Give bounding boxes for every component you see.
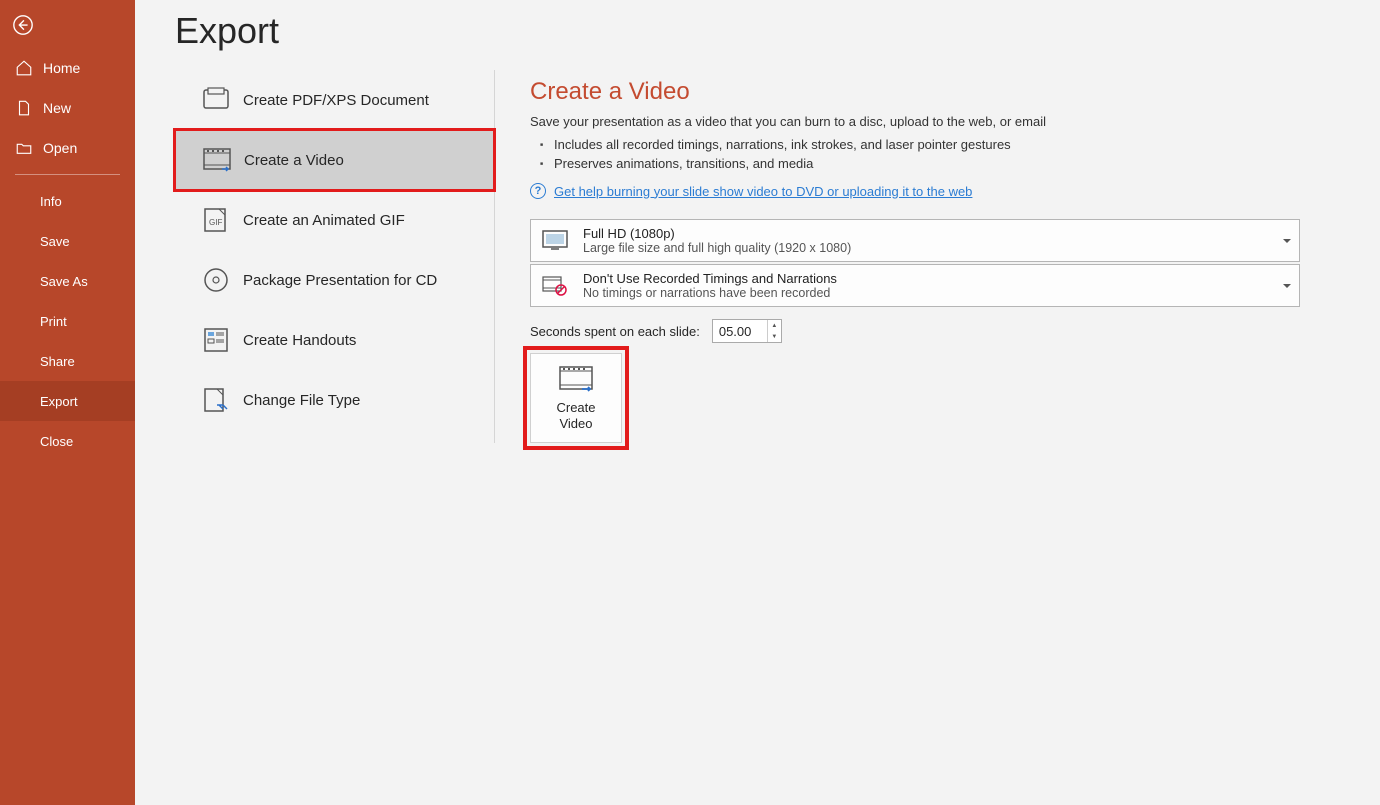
- combo-text: Don't Use Recorded Timings and Narration…: [583, 271, 837, 300]
- handouts-icon: [195, 327, 237, 353]
- nav-label: Share: [40, 354, 75, 369]
- quality-title: Full HD (1080p): [583, 226, 851, 241]
- nav-label: Open: [43, 140, 77, 156]
- video-icon: [196, 147, 238, 173]
- backstage-sidebar: Home New Open Info Save Save As Print Sh…: [0, 0, 135, 805]
- export-option-label: Create an Animated GIF: [243, 212, 405, 229]
- create-video-icon: [556, 364, 596, 394]
- quality-subtitle: Large file size and full high quality (1…: [583, 241, 851, 255]
- timings-dropdown[interactable]: Don't Use Recorded Timings and Narration…: [530, 264, 1300, 307]
- nav-open[interactable]: Open: [0, 128, 135, 168]
- help-link[interactable]: Get help burning your slide show video t…: [554, 184, 972, 199]
- nav-separator: [15, 174, 120, 175]
- detail-bullet: Preserves animations, transitions, and m…: [554, 154, 1295, 173]
- seconds-value: 05.00: [719, 324, 752, 339]
- chevron-down-icon: [1283, 284, 1291, 288]
- nav-new[interactable]: New: [0, 88, 135, 128]
- export-option-package-cd[interactable]: Package Presentation for CD: [175, 250, 494, 310]
- help-icon: ?: [530, 183, 546, 199]
- spinner-buttons: ▲ ▼: [767, 320, 781, 342]
- detail-title: Create a Video: [530, 78, 1295, 106]
- nav-home[interactable]: Home: [0, 48, 135, 88]
- nav-close[interactable]: Close: [0, 421, 135, 461]
- combo-text: Full HD (1080p) Large file size and full…: [583, 226, 851, 255]
- home-icon: [15, 59, 33, 77]
- nav-print[interactable]: Print: [0, 301, 135, 341]
- nav-label: Home: [43, 60, 80, 76]
- spinner-down[interactable]: ▼: [768, 331, 781, 342]
- no-timings-icon: [539, 272, 571, 300]
- export-option-label: Package Presentation for CD: [243, 272, 437, 289]
- nav-info[interactable]: Info: [0, 181, 135, 221]
- btn-line1: Create: [556, 400, 595, 415]
- export-options-list: Create PDF/XPS Document Create a Video G…: [175, 70, 495, 443]
- seconds-spinner[interactable]: 05.00 ▲ ▼: [712, 319, 782, 343]
- export-option-change-file-type[interactable]: Change File Type: [175, 370, 494, 430]
- main-panel: Export Create PDF/XPS Document Create a …: [135, 0, 1380, 805]
- pdf-xps-icon: [195, 87, 237, 113]
- timings-subtitle: No timings or narrations have been recor…: [583, 286, 837, 300]
- detail-bullets: Includes all recorded timings, narration…: [530, 135, 1295, 173]
- chevron-down-icon: [1283, 239, 1291, 243]
- seconds-label: Seconds spent on each slide:: [530, 324, 700, 339]
- nav-label: Save As: [40, 274, 88, 289]
- export-option-label: Create PDF/XPS Document: [243, 92, 429, 109]
- export-option-handouts[interactable]: Create Handouts: [175, 310, 494, 370]
- monitor-icon: [539, 227, 571, 255]
- back-button[interactable]: [10, 12, 36, 38]
- export-option-label: Change File Type: [243, 392, 360, 409]
- detail-bullet: Includes all recorded timings, narration…: [554, 135, 1295, 154]
- page-title: Export: [175, 10, 1380, 52]
- change-file-type-icon: [195, 387, 237, 413]
- open-icon: [15, 139, 33, 157]
- nav-save-as[interactable]: Save As: [0, 261, 135, 301]
- nav-save[interactable]: Save: [0, 221, 135, 261]
- nav-label: New: [43, 100, 71, 116]
- detail-desc: Save your presentation as a video that y…: [530, 114, 1295, 129]
- nav-label: Close: [40, 434, 73, 449]
- seconds-row: Seconds spent on each slide: 05.00 ▲ ▼: [530, 319, 1295, 343]
- nav-label: Print: [40, 314, 67, 329]
- nav-label: Export: [40, 394, 78, 409]
- help-row: ? Get help burning your slide show video…: [530, 183, 1295, 199]
- svg-text:GIF: GIF: [209, 218, 222, 227]
- detail-panel: Create a Video Save your presentation as…: [495, 70, 1295, 443]
- nav-label: Save: [40, 234, 70, 249]
- export-option-label: Create Handouts: [243, 332, 356, 349]
- spinner-up[interactable]: ▲: [768, 320, 781, 331]
- nav-share[interactable]: Share: [0, 341, 135, 381]
- export-option-pdf-xps[interactable]: Create PDF/XPS Document: [175, 70, 494, 130]
- cd-icon: [195, 267, 237, 293]
- gif-icon: GIF: [195, 207, 237, 233]
- create-video-button[interactable]: Create Video: [530, 353, 622, 443]
- timings-title: Don't Use Recorded Timings and Narration…: [583, 271, 837, 286]
- new-icon: [15, 99, 33, 117]
- export-option-label: Create a Video: [244, 152, 344, 169]
- content-row: Create PDF/XPS Document Create a Video G…: [175, 70, 1380, 443]
- quality-dropdown[interactable]: Full HD (1080p) Large file size and full…: [530, 219, 1300, 262]
- export-option-create-video[interactable]: Create a Video: [175, 130, 494, 190]
- export-option-animated-gif[interactable]: GIF Create an Animated GIF: [175, 190, 494, 250]
- nav-export[interactable]: Export: [0, 381, 135, 421]
- nav-label: Info: [40, 194, 62, 209]
- create-video-button-text: Create Video: [556, 400, 595, 431]
- btn-line2: Video: [559, 416, 592, 431]
- back-arrow-icon: [12, 14, 34, 36]
